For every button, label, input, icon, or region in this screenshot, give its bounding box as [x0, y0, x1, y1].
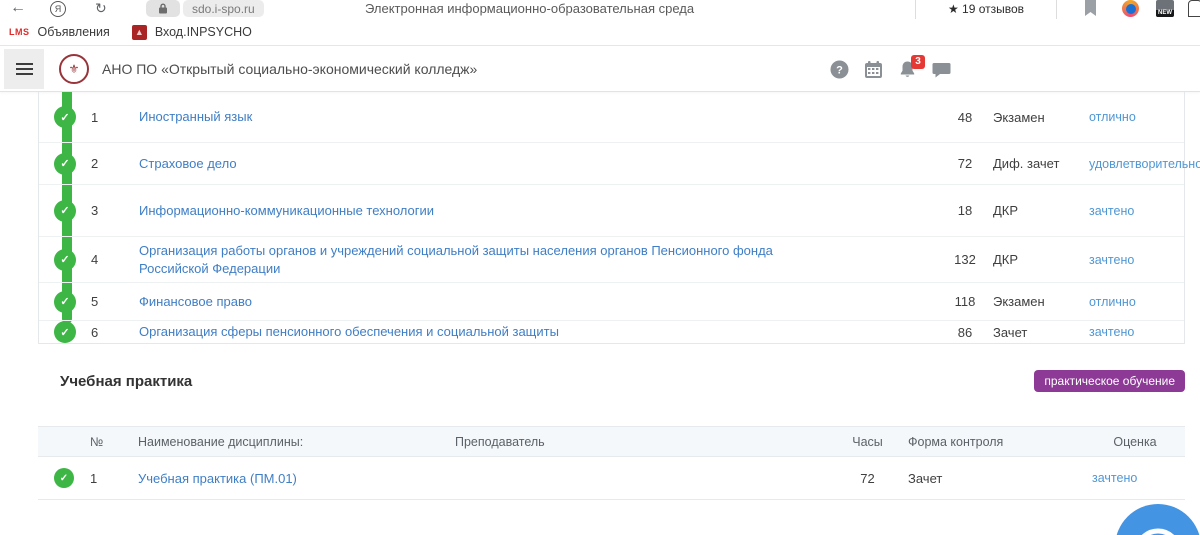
practice-course-link[interactable]: Учебная практика (ПМ.01)	[138, 471, 418, 486]
notification-count-badge: 3	[911, 55, 925, 69]
course-grade-link[interactable]: удовлетворительно	[1089, 157, 1184, 171]
course-hours: 18	[937, 203, 993, 218]
browser-tab-title: Электронная информационно-образовательна…	[365, 1, 694, 16]
calendar-icon[interactable]	[864, 60, 883, 79]
course-number: 1	[91, 110, 139, 125]
completed-check-icon: ✓	[54, 106, 76, 128]
header-grade: Оценка	[1085, 435, 1185, 449]
course-number: 5	[91, 294, 139, 309]
course-link[interactable]: Иностранный язык	[139, 108, 819, 126]
course-control-form: Диф. зачет	[993, 156, 1089, 171]
pointer-icon[interactable]	[1188, 0, 1200, 17]
completed-check-icon: ✓	[54, 249, 76, 271]
course-row: ✓ 2 Страховое дело 72 Диф. зачет удовлет…	[39, 142, 1184, 184]
course-grade-link[interactable]: зачтено	[1089, 204, 1184, 218]
bookmark-flag-icon[interactable]	[1084, 0, 1097, 19]
browser-window: ← Я ↻ sdo.i-spo.ru Электронная информаци…	[0, 0, 1200, 535]
course-hours: 48	[937, 110, 993, 125]
header-icon-group: ? 3	[830, 46, 951, 92]
yandex-browser-icon[interactable]: Я	[50, 1, 66, 17]
row-hours: 72	[835, 471, 900, 486]
course-link[interactable]: Организация работы органов и учреждений …	[139, 242, 819, 277]
course-control-form: ДКР	[993, 252, 1089, 267]
practice-section-header: Учебная практика практическое обучение	[38, 370, 1185, 392]
notifications-bell-icon[interactable]: 3	[898, 60, 917, 79]
practice-heading: Учебная практика	[60, 373, 192, 390]
course-control-form: Зачет	[993, 325, 1089, 340]
course-row: ✓ 5 Финансовое право 118 Экзамен отлично	[39, 282, 1184, 320]
bookmark-inpsycho-login[interactable]: Вход.INPSYCHO	[155, 25, 252, 39]
table-row: ✓ 1 Учебная практика (ПМ.01) 72 Зачет за…	[38, 457, 1185, 499]
course-hours: 118	[937, 294, 993, 309]
courses-panel: ✓ 1 Иностранный язык 48 Экзамен отлично …	[38, 92, 1185, 344]
bookmarks-bar: LMS Объявления ▲ Вход.INPSYCHO	[0, 19, 1200, 46]
course-control-form: Экзамен	[993, 294, 1089, 309]
course-grade-link[interactable]: отлично	[1089, 295, 1184, 309]
row-control-form: Зачет	[900, 471, 1085, 486]
header-hours: Часы	[835, 435, 900, 449]
course-number: 2	[91, 156, 139, 171]
course-row: ✓ 3 Информационно-коммуникационные техно…	[39, 184, 1184, 236]
practice-table-header: № Наименование дисциплины: Преподаватель…	[38, 427, 1185, 457]
header-number: №	[90, 435, 138, 449]
bookmark-announcements[interactable]: Объявления	[38, 25, 110, 39]
site-security-chip[interactable]	[146, 0, 180, 17]
practice-type-badge[interactable]: практическое обучение	[1034, 370, 1185, 392]
completed-check-icon: ✓	[54, 468, 74, 488]
extension-ring-icon[interactable]	[1122, 0, 1139, 17]
refresh-icon[interactable]: ↻	[95, 0, 107, 17]
course-control-form: Экзамен	[993, 110, 1089, 125]
messages-icon[interactable]	[932, 60, 951, 79]
header-teacher: Преподаватель	[418, 435, 835, 449]
browser-toolbar: ← Я ↻ sdo.i-spo.ru Электронная информаци…	[0, 0, 1200, 19]
course-row: ✓ 6 Организация сферы пенсионного обеспе…	[39, 320, 1184, 343]
lock-icon	[158, 3, 168, 14]
course-hours: 86	[937, 325, 993, 340]
course-link[interactable]: Организация сферы пенсионного обеспечени…	[139, 323, 819, 341]
back-icon[interactable]: ←	[10, 0, 26, 17]
course-link[interactable]: Страховое дело	[139, 155, 819, 173]
header-control-form: Форма контроля	[900, 435, 1085, 449]
site-reviews-button[interactable]: ★ 19 отзывов	[915, 0, 1057, 19]
help-icon[interactable]: ?	[830, 60, 849, 79]
course-number: 3	[91, 203, 139, 218]
svg-text:?: ?	[836, 64, 843, 76]
course-link[interactable]: Финансовое право	[139, 293, 819, 311]
course-row: ✓ 1 Иностранный язык 48 Экзамен отлично	[39, 92, 1184, 142]
course-control-form: ДКР	[993, 203, 1089, 218]
course-grade-link[interactable]: отлично	[1089, 110, 1184, 124]
course-link[interactable]: Информационно-коммуникационные технологи…	[139, 202, 819, 220]
course-row: ✓ 4 Организация работы органов и учрежде…	[39, 236, 1184, 282]
menu-button[interactable]	[4, 49, 44, 89]
address-bar[interactable]: sdo.i-spo.ru	[183, 0, 264, 17]
college-name: АНО ПО «Открытый социально-экономический…	[102, 61, 477, 77]
completed-check-icon: ✓	[54, 153, 76, 175]
main-content: ✓ 1 Иностранный язык 48 Экзамен отлично …	[38, 92, 1200, 500]
chat-widget-button[interactable]	[1114, 503, 1200, 535]
lms-favicon: LMS	[9, 27, 30, 37]
course-number: 4	[91, 252, 139, 267]
inpsycho-favicon: ▲	[132, 25, 147, 40]
completed-check-icon: ✓	[54, 291, 76, 313]
course-grade-link[interactable]: зачтено	[1089, 253, 1184, 267]
app-header: ⚜ АНО ПО «Открытый социально-экономическ…	[0, 46, 1200, 92]
reviews-label: ★ 19 отзывов	[948, 2, 1024, 16]
practice-table: № Наименование дисциплины: Преподаватель…	[38, 426, 1185, 500]
header-discipline: Наименование дисциплины:	[138, 435, 418, 449]
extension-new-icon[interactable]: NEW	[1156, 0, 1174, 17]
college-logo: ⚜	[59, 54, 89, 84]
course-hours: 72	[937, 156, 993, 171]
completed-check-icon: ✓	[54, 321, 76, 343]
new-badge: NEW	[1156, 10, 1174, 17]
row-number: 1	[90, 471, 138, 486]
course-number: 6	[91, 325, 139, 340]
completed-check-icon: ✓	[54, 200, 76, 222]
row-grade-link[interactable]: зачтено	[1085, 471, 1185, 485]
course-hours: 132	[937, 252, 993, 267]
course-grade-link[interactable]: зачтено	[1089, 325, 1184, 339]
